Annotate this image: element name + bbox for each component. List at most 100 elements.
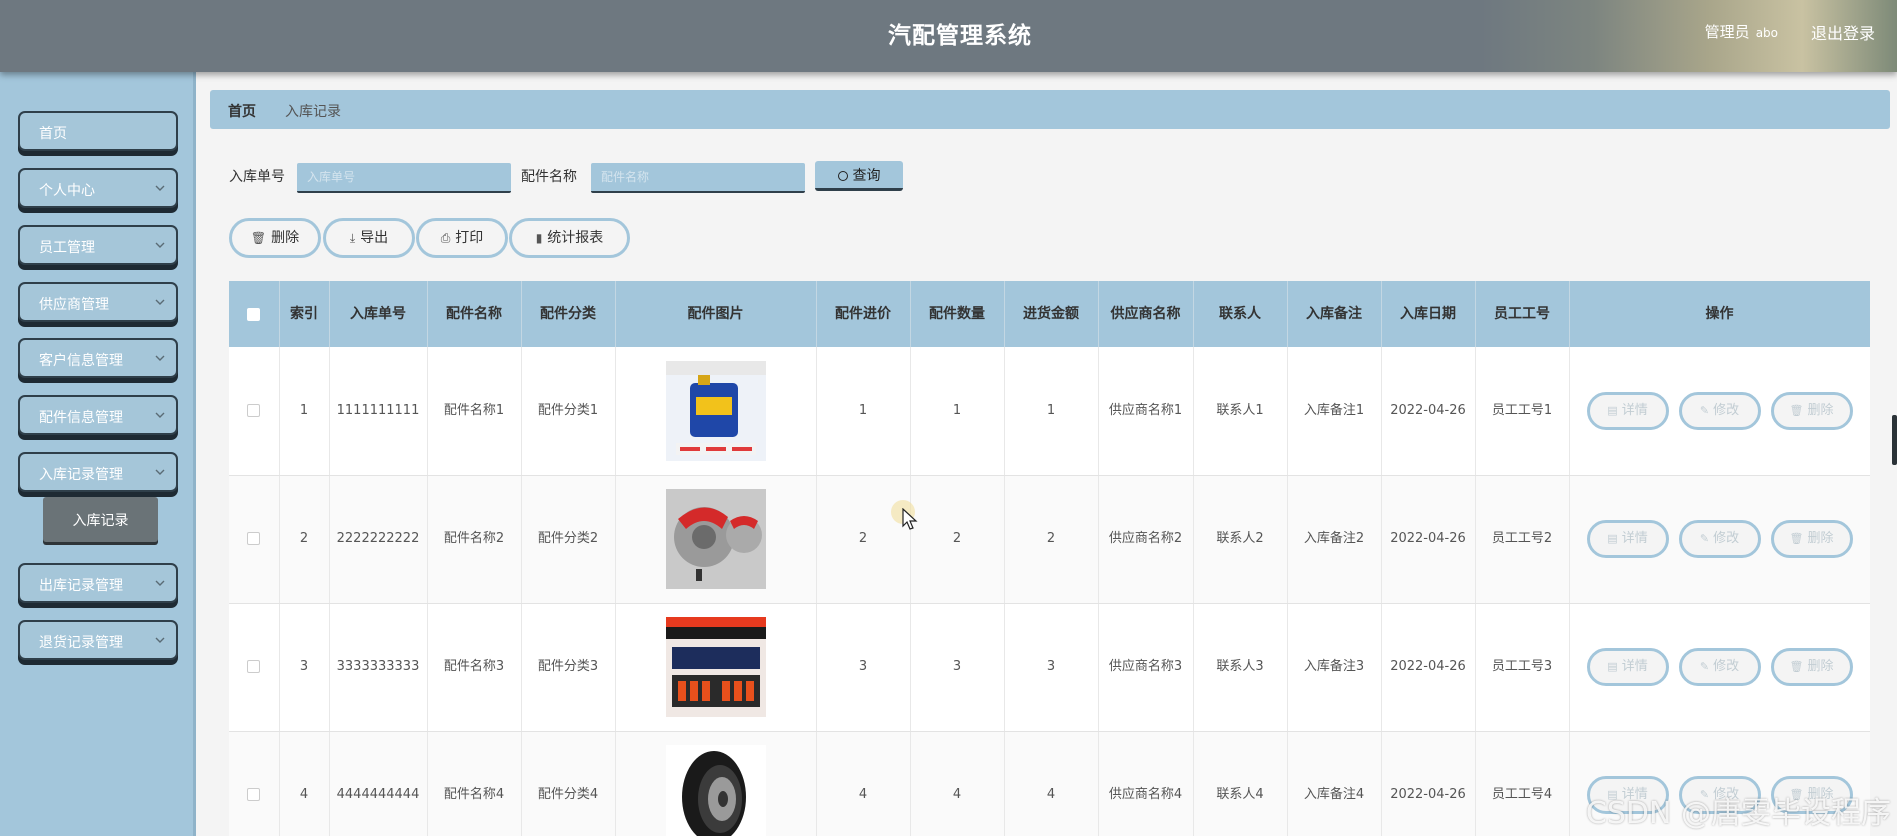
export-button[interactable]: ⤓ 导出 — [323, 218, 415, 258]
row-checkbox-cell[interactable] — [229, 603, 280, 732]
pencil-icon: ✎ — [1699, 403, 1710, 417]
inbound-no-input[interactable] — [297, 163, 511, 193]
select-all-checkbox[interactable] — [247, 307, 261, 321]
column-header: 配件分类 — [521, 281, 616, 347]
cell-category: 配件分类2 — [521, 475, 616, 604]
cell-name: 配件名称1 — [427, 347, 522, 476]
cell-date: 2022-04-26 — [1381, 347, 1476, 476]
cell-price: 1 — [816, 347, 911, 476]
chevron-down-icon — [155, 637, 165, 643]
inbound-records-table: 索引 入库单号 配件名称 配件分类 配件图片 配件进价 配件数量 进货金额 供应商名称 联系人 入库… — [229, 281, 1870, 836]
edit-button[interactable]: ✎ 修改 — [1678, 520, 1761, 558]
detail-button[interactable]: ▤ 详情 — [1586, 391, 1669, 430]
cell-index: 2 — [279, 475, 330, 604]
report-button[interactable]: ▮ 统计报表 — [509, 218, 630, 258]
cell-price: 2 — [816, 475, 911, 604]
logout-button[interactable]: 退出登录 — [1811, 20, 1875, 44]
row-checkbox-cell[interactable] — [229, 347, 280, 476]
sidebar-item-label: 配件信息管理 — [39, 410, 123, 426]
part-image — [665, 745, 766, 836]
column-header: 入库单号 — [329, 281, 428, 347]
cell-index: 4 — [279, 731, 330, 836]
column-header: 进货金额 — [1004, 281, 1099, 347]
part-name-input[interactable] — [591, 163, 805, 193]
cell-category: 配件分类4 — [521, 731, 616, 836]
scrollbar-thumb[interactable] — [1892, 415, 1897, 465]
cell-index: 1 — [279, 347, 330, 476]
cell-price: 4 — [816, 731, 911, 836]
batch-delete-button[interactable]: 🗑 删除 — [229, 218, 321, 258]
sidebar-item-7[interactable]: 出库记录管理 — [18, 563, 178, 603]
sidebar-item-3[interactable]: 供应商管理 — [18, 282, 178, 322]
row-checkbox[interactable] — [247, 788, 261, 801]
cell-remark: 入库备注2 — [1287, 475, 1382, 604]
sidebar-item-4[interactable]: 客户信息管理 — [18, 338, 178, 378]
detail-button[interactable]: ▤ 详情 — [1586, 648, 1669, 686]
cell-category: 配件分类1 — [521, 347, 616, 476]
part-image — [665, 360, 766, 461]
row-checkbox[interactable] — [247, 403, 261, 417]
cell-amount: 2 — [1004, 475, 1099, 604]
sidebar-item-2[interactable]: 员工管理 — [18, 225, 178, 265]
delete-button[interactable]: 🗑 删除 — [1770, 391, 1853, 430]
row-actions: ▤ 详情 ✎ 修改 🗑 删除 — [1569, 603, 1870, 732]
delete-button[interactable]: 🗑 删除 — [1770, 520, 1853, 558]
search-button-label: 查询 — [852, 166, 881, 183]
search-label-part-name: 配件名称 — [521, 169, 577, 185]
row-checkbox[interactable] — [247, 660, 261, 673]
trash-icon: 🗑 — [1789, 660, 1804, 673]
sidebar-subitem-label: 入库记录 — [72, 513, 129, 529]
export-label: 导出 — [360, 230, 389, 246]
column-header: 配件名称 — [427, 281, 522, 347]
edit-button-label: 修改 — [1713, 659, 1740, 674]
breadcrumb-current: 入库记录 — [285, 104, 341, 120]
table-row: 3 3333333333 配件名称3 配件分类3 3 3 3 供应商名称3 联系人3 入库备注3 2… — [229, 603, 1870, 732]
sidebar-item-label: 退货记录管理 — [39, 635, 123, 651]
search-button[interactable]: 查询 — [815, 161, 903, 191]
delete-button-label: 删除 — [1807, 659, 1834, 674]
column-header: 供应商名称 — [1098, 281, 1194, 347]
cell-remark: 入库备注3 — [1287, 603, 1382, 732]
edit-button[interactable]: ✎ 修改 — [1678, 648, 1761, 686]
document-icon: ▤ — [1607, 403, 1618, 417]
delete-button[interactable]: 🗑 删除 — [1770, 648, 1853, 686]
row-checkbox[interactable] — [247, 532, 261, 545]
column-header: 配件图片 — [615, 281, 817, 347]
trash-icon: 🗑 — [1789, 532, 1804, 545]
sidebar-item-8[interactable]: 退货记录管理 — [18, 620, 178, 660]
column-header: 员工工号 — [1475, 281, 1570, 347]
breadcrumb: 首页 入库记录 — [210, 90, 1890, 129]
cell-supplier: 供应商名称4 — [1098, 731, 1194, 836]
row-checkbox-cell[interactable] — [229, 731, 280, 836]
part-image — [665, 489, 766, 589]
cell-contact: 联系人2 — [1193, 475, 1288, 604]
breadcrumb-home[interactable]: 首页 — [228, 101, 256, 121]
part-image — [665, 617, 766, 717]
cell-remark: 入库备注4 — [1287, 731, 1382, 836]
part-image-cell — [615, 347, 817, 476]
cell-qty: 3 — [910, 603, 1005, 732]
cell-supplier: 供应商名称3 — [1098, 603, 1194, 732]
cell-amount: 1 — [1004, 347, 1099, 476]
sidebar-subitem-inbound-record[interactable]: 入库记录 — [43, 497, 158, 542]
chevron-down-icon — [155, 469, 165, 475]
chevron-down-icon — [155, 185, 165, 191]
pencil-icon: ✎ — [1699, 532, 1710, 545]
search-label-inbound-no: 入库单号 — [229, 169, 285, 185]
cell-date: 2022-04-26 — [1381, 475, 1476, 604]
document-icon: ▤ — [1607, 532, 1618, 545]
row-checkbox-cell[interactable] — [229, 475, 280, 604]
sidebar-item-1[interactable]: 个人中心 — [18, 168, 178, 208]
sidebar-item-5[interactable]: 配件信息管理 — [18, 395, 178, 435]
detail-button[interactable]: ▤ 详情 — [1586, 520, 1669, 558]
detail-button-label: 详情 — [1621, 531, 1648, 546]
print-button[interactable]: ⎙ 打印 — [416, 218, 508, 258]
sidebar-item-label: 供应商管理 — [39, 297, 109, 313]
cell-index: 3 — [279, 603, 330, 732]
printer-icon: ⎙ — [440, 231, 451, 245]
select-all-checkbox-cell[interactable] — [229, 281, 280, 347]
sidebar-item-0[interactable]: 首页 — [18, 111, 178, 151]
cell-no: 2222222222 — [329, 475, 428, 604]
edit-button[interactable]: ✎ 修改 — [1678, 391, 1761, 430]
sidebar-item-6[interactable]: 入库记录管理 — [18, 452, 178, 492]
